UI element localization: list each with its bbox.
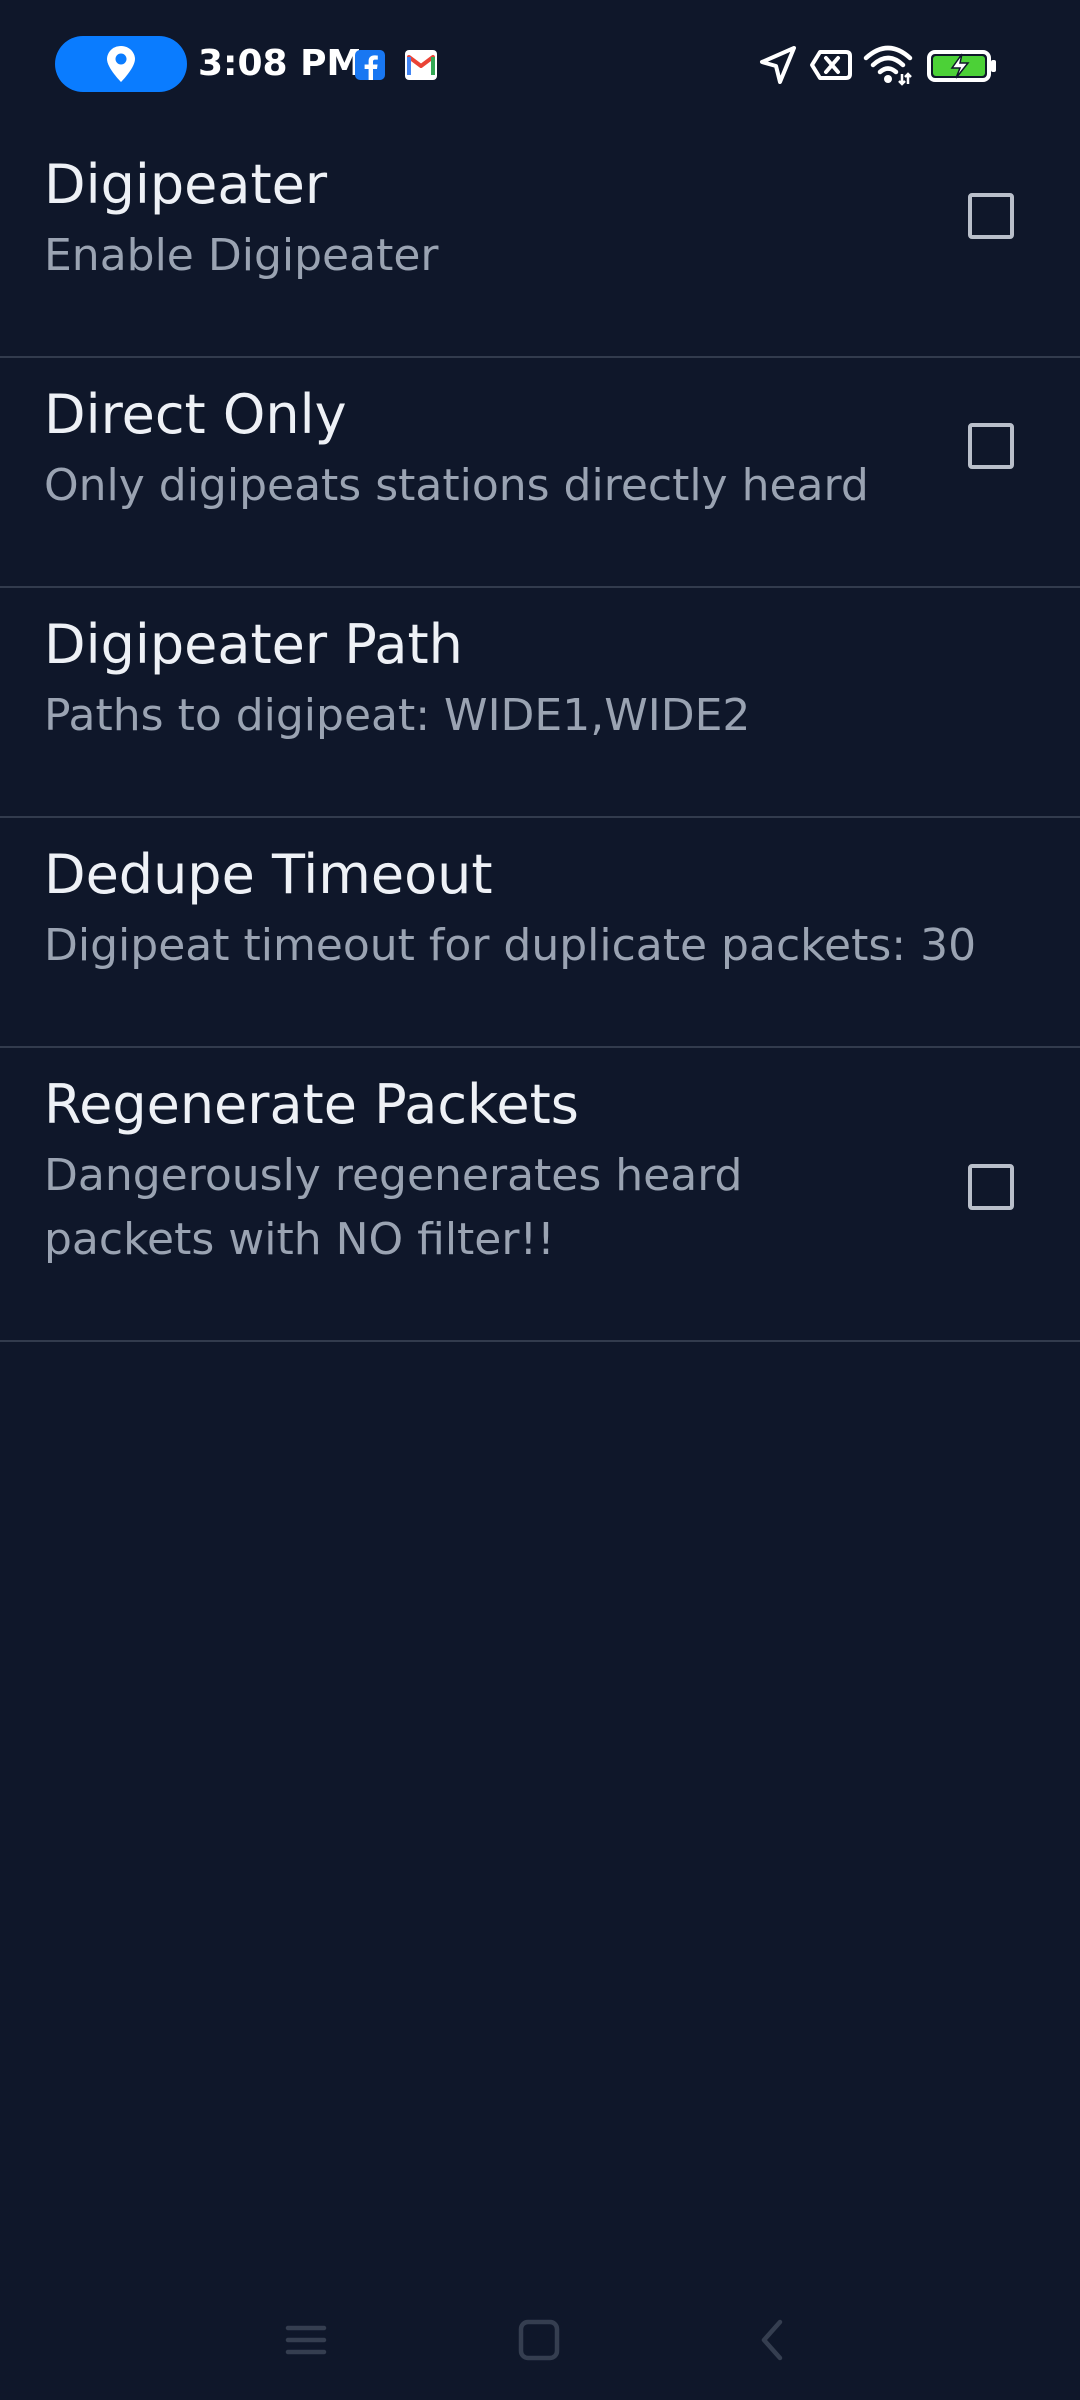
setting-digipeater[interactable]: Digipeater Enable Digipeater	[0, 128, 1080, 358]
setting-title: Direct Only	[44, 383, 347, 446]
location-indicator[interactable]	[55, 36, 187, 92]
battery-charging-icon	[927, 50, 996, 82]
wifi-icon	[863, 45, 913, 86]
setting-summary: Enable Digipeater	[44, 230, 439, 281]
setting-regenerate-packets[interactable]: Regenerate Packets Dangerously regenerat…	[0, 1048, 1080, 1342]
status-bar: 3:08 PM	[0, 0, 1080, 128]
back-button[interactable]	[742, 2310, 802, 2370]
menu-icon	[285, 2325, 327, 2355]
setting-title: Digipeater Path	[44, 613, 463, 676]
regenerate-packets-checkbox[interactable]	[968, 1164, 1014, 1210]
back-icon	[761, 2319, 783, 2361]
system-navigation-bar	[0, 2280, 1080, 2400]
recent-apps-button[interactable]	[276, 2310, 336, 2370]
gmail-icon	[405, 50, 437, 80]
digipeater-checkbox[interactable]	[968, 193, 1014, 239]
setting-summary: Dangerously regenerates heard packets wi…	[44, 1150, 743, 1265]
status-time: 3:08 PM	[198, 43, 363, 84]
setting-title: Digipeater	[44, 153, 328, 216]
home-button[interactable]	[509, 2310, 569, 2370]
setting-summary: Digipeat timeout for duplicate packets: …	[44, 920, 977, 971]
no-sim-icon	[810, 50, 852, 80]
settings-list: Digipeater Enable Digipeater Direct Only…	[0, 128, 1080, 1342]
setting-digipeater-path[interactable]: Digipeater Path Paths to digipeat: WIDE1…	[0, 588, 1080, 818]
facebook-icon	[355, 50, 385, 80]
setting-summary: Only digipeats stations directly heard	[44, 460, 869, 511]
setting-direct-only[interactable]: Direct Only Only digipeats stations dire…	[0, 358, 1080, 588]
home-icon	[518, 2319, 560, 2361]
location-pin-icon	[107, 46, 135, 82]
setting-dedupe-timeout[interactable]: Dedupe Timeout Digipeat timeout for dupl…	[0, 818, 1080, 1048]
setting-summary: Paths to digipeat: WIDE1,WIDE2	[44, 690, 751, 741]
direct-only-checkbox[interactable]	[968, 423, 1014, 469]
navigation-arrow-icon	[760, 46, 796, 84]
setting-title: Regenerate Packets	[44, 1073, 579, 1136]
setting-title: Dedupe Timeout	[44, 843, 493, 906]
